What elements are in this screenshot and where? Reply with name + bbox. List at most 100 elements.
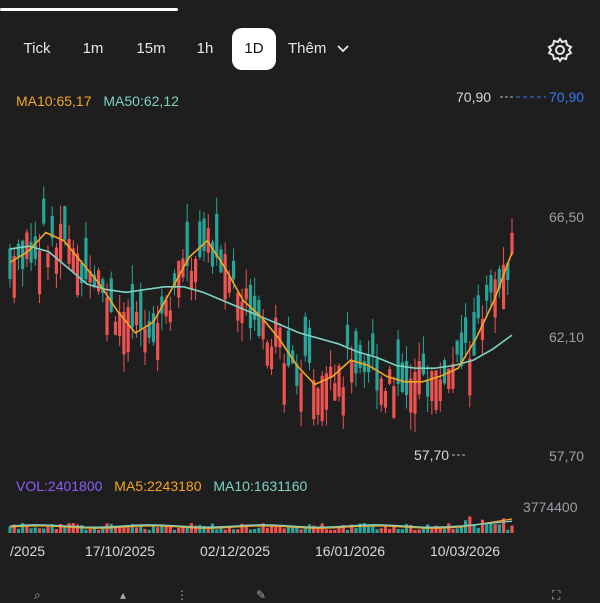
volume-bar [442, 528, 447, 533]
volume-bar [375, 529, 379, 533]
candle-body [282, 363, 286, 405]
candle-body [345, 324, 350, 347]
volume-bar [88, 528, 92, 533]
candle-body [29, 241, 33, 263]
candle-body [472, 311, 476, 356]
volume-bar [54, 529, 59, 533]
volume-bar [489, 522, 493, 533]
toolbar-icon-1[interactable]: ⌕ [34, 588, 54, 602]
candle-body [421, 353, 426, 375]
toolbar-icon-5[interactable]: ⛶ [552, 588, 572, 602]
candle-body [426, 381, 430, 397]
candle-body [430, 371, 434, 401]
volume-bar [33, 527, 37, 533]
volume-bar [506, 529, 510, 533]
volume-bar [354, 527, 358, 533]
candle-body [261, 319, 265, 340]
candle-body [455, 340, 459, 355]
candle-body [286, 330, 291, 366]
volume-bar [257, 527, 261, 533]
volume-bar [84, 529, 88, 533]
candle-body [371, 333, 375, 355]
candle-body [105, 297, 109, 335]
candle-body [383, 390, 388, 408]
candle-body [37, 250, 42, 295]
volume-bar [278, 526, 282, 533]
candle-body [417, 361, 421, 395]
volume-bar [67, 523, 71, 533]
candle-body [63, 206, 67, 240]
volume-bar [413, 529, 417, 533]
volume-bar [147, 529, 151, 533]
volume-bar [198, 525, 202, 533]
candle-body [320, 375, 324, 422]
volume-bar [451, 528, 455, 533]
volume-bar [345, 529, 350, 533]
toolbar-icon-4[interactable]: ✎ [256, 588, 276, 602]
volume-bar [215, 529, 219, 533]
candle-body [54, 247, 59, 274]
volume-bar [248, 529, 253, 533]
candle-body [231, 260, 236, 280]
volume-bar [430, 528, 434, 533]
volume-bar [16, 528, 21, 533]
volume-bar [172, 529, 177, 533]
candle-body [253, 295, 257, 320]
candle-body [350, 360, 354, 383]
volume-bar [404, 523, 409, 533]
candle-body [59, 223, 63, 262]
volume-bar [485, 524, 489, 533]
candle-body [215, 213, 219, 258]
candle-body [510, 232, 514, 255]
toolbar-icon-2[interactable]: ▴ [120, 588, 140, 602]
candle-body [8, 248, 12, 280]
x-tick-2: 17/10/2025 [85, 543, 155, 559]
volume-bar [510, 525, 514, 533]
last-price-label: 70,90 [549, 89, 584, 105]
candle-body [84, 237, 88, 280]
volume-bar [329, 529, 333, 533]
candle-body [341, 387, 345, 416]
volume-bar [388, 528, 392, 533]
candle-body [468, 358, 472, 396]
toolbar-icon-3[interactable]: ⋮ [176, 588, 196, 602]
volume-bar [286, 526, 291, 533]
candle-body [396, 339, 400, 385]
candle-body [109, 278, 113, 312]
candle-body [366, 354, 371, 373]
candle-body [307, 327, 312, 363]
candle-body [375, 358, 379, 391]
x-tick-4: 16/01/2026 [315, 543, 385, 559]
candle-body [143, 328, 147, 353]
candle-body [265, 342, 269, 366]
y-tick-1: 66,50 [549, 209, 584, 225]
volume-bar [164, 526, 168, 533]
volume-bar [307, 524, 312, 533]
volume-bar [231, 529, 236, 533]
candle-body [223, 254, 227, 300]
candle-body [113, 321, 118, 335]
volume-bar [455, 528, 459, 533]
candle-body [362, 361, 366, 373]
volume-bar [143, 528, 147, 533]
volume-bar [396, 528, 400, 533]
candle-body [12, 256, 16, 298]
volume-bar [497, 524, 501, 533]
volume-bar [236, 529, 240, 533]
x-tick-5: 10/03/2026 [430, 543, 500, 559]
candle-body [413, 371, 417, 414]
candle-body [333, 383, 337, 401]
volume-bar [156, 527, 160, 533]
volume-bar [493, 524, 497, 533]
candle-body [312, 380, 316, 420]
volume-bar [421, 528, 426, 533]
candle-body [257, 300, 261, 336]
volume-bar [282, 528, 286, 533]
candlestick-chart[interactable]: 70,90 70,90 66,50 62,10 57,70 57,70 3774… [0, 0, 600, 600]
volume-bar [383, 526, 388, 533]
candle-body [42, 198, 46, 224]
volume-bar [333, 529, 337, 533]
volume-bar [324, 529, 328, 533]
volume-bar [63, 527, 67, 533]
candle-body [358, 344, 362, 368]
